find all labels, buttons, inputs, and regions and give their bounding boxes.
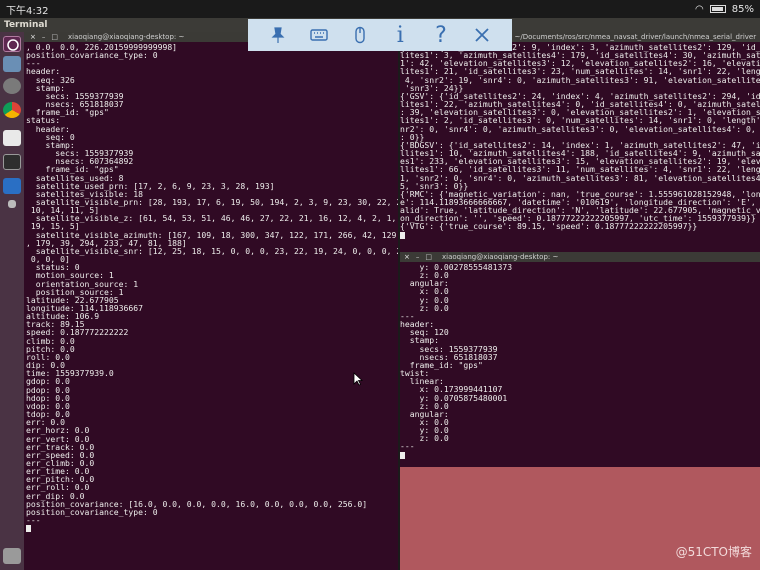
terminal-line: satellite_visible_z: [61, 54, 53, 51, 46… [26, 213, 398, 224]
system-settings-icon[interactable] [3, 78, 21, 94]
terminal-line: {'VTG': {'true_course': 89.15, 'speed': … [400, 221, 698, 232]
terminal-line: --- [400, 441, 415, 452]
left-terminal-window[interactable]: × – □ xiaoqiang@xiaoqiang-desktop: ~ , 0.0,… [24, 32, 398, 570]
wifi-icon: ◠ [695, 3, 704, 15]
pin-icon[interactable] [263, 23, 293, 47]
active-app-title: Terminal [4, 20, 48, 30]
maximize-icon[interactable]: □ [425, 253, 432, 261]
minimize-icon[interactable]: – [416, 253, 420, 261]
maximize-icon[interactable]: □ [51, 33, 58, 41]
terminal-line: position_covariance_type: 0 [26, 50, 158, 61]
chrome-icon[interactable] [3, 102, 21, 118]
help-icon[interactable]: ? [426, 23, 456, 48]
trash-icon[interactable] [3, 548, 21, 564]
right-bottom-terminal-window[interactable]: × – □ xiaoqiang@xiaoqiang-desktop: ~ y: 0.0… [398, 252, 760, 467]
mouse-pointer-icon [353, 372, 363, 386]
text-cursor [400, 231, 405, 239]
terminal-icon[interactable] [3, 154, 21, 170]
terminal-line: position_covariance_type: 0 [26, 506, 158, 517]
status-time: 下午4:32 [6, 5, 49, 17]
left-terminal-output: , 0.0, 0.0, 226.20159999999998] position… [24, 42, 398, 533]
terminal-line: nr2': 0, 'snr4': 0, 'azimuth_satellites3… [400, 123, 760, 134]
right-bottom-terminal-output: y: 0.00278555481373 z: 0.0 angular: x: 0… [398, 262, 760, 460]
ubuntu-logo-icon[interactable] [3, 36, 21, 52]
small-launcher-icon[interactable] [8, 200, 16, 208]
close-icon[interactable] [467, 23, 497, 47]
desktop-wallpaper: @51CTO博客 [398, 467, 760, 570]
files-icon[interactable] [3, 130, 21, 146]
battery-icon [709, 5, 726, 13]
battery-percent: 85% [731, 3, 754, 15]
text-cursor [26, 525, 31, 533]
minimize-icon[interactable]: – [42, 33, 46, 41]
info-icon[interactable]: i [385, 23, 415, 48]
right-bottom-terminal-title: xiaoqiang@xiaoqiang-desktop: ~ [442, 253, 559, 261]
watermark: @51CTO博客 [675, 545, 752, 559]
remote-control-toolbar: i ? [248, 19, 512, 51]
vscode-icon[interactable] [3, 178, 21, 194]
terminal-line: satellite_visible_snr: [12, 25, 18, 15, … [26, 245, 398, 256]
terminal-scrollbar[interactable] [398, 32, 400, 570]
right-top-terminal-output: {'GSV': {'id_satellites2': 9, 'index': 3… [398, 42, 760, 240]
unity-launcher [0, 32, 24, 570]
text-cursor [400, 451, 405, 459]
close-icon[interactable]: × [404, 253, 410, 261]
home-folder-icon[interactable] [3, 56, 21, 72]
close-icon[interactable]: × [30, 33, 36, 41]
right-bottom-terminal-titlebar: × – □ xiaoqiang@xiaoqiang-desktop: ~ [398, 252, 760, 262]
right-top-terminal-window[interactable]: xiaoqiang@xiaoqiang-desktop: ~/Documents… [398, 32, 760, 252]
device-status-bar: 下午4:32 ◠ 85% [0, 0, 760, 18]
mouse-icon[interactable] [345, 23, 375, 47]
keyboard-icon[interactable] [304, 23, 334, 47]
left-terminal-title: xiaoqiang@xiaoqiang-desktop: ~ [68, 33, 185, 41]
terminal-line: --- [26, 515, 41, 526]
